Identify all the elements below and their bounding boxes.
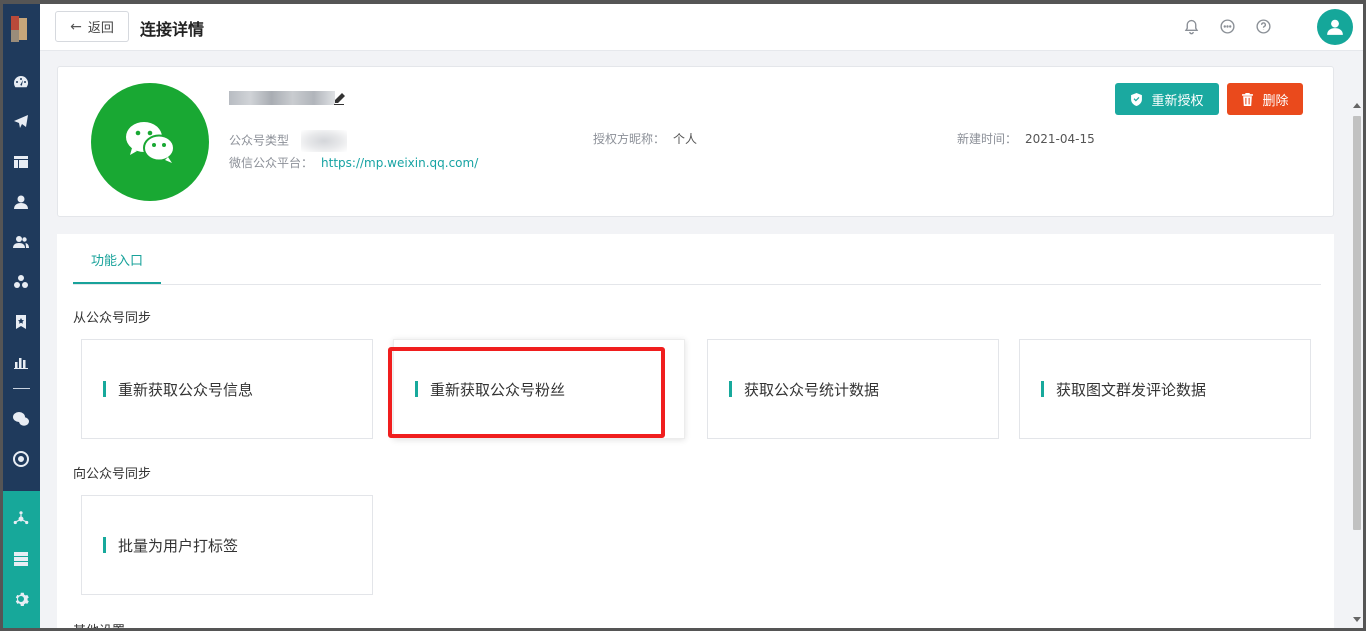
- tab-divider: [73, 284, 1321, 285]
- group-icon[interactable]: [11, 272, 31, 292]
- connection-icon[interactable]: [11, 509, 31, 529]
- wechat-icon[interactable]: [11, 409, 31, 429]
- sidebar-active-group: [3, 491, 40, 628]
- edit-icon[interactable]: [333, 90, 345, 105]
- shield-icon: [1131, 92, 1143, 106]
- tile-fetch-article-comments[interactable]: 获取图文群发评论数据: [1019, 339, 1311, 439]
- account-profile-card: 公众号类型 授权方昵称： 个人 新建时间： 2021-04-15 微信公众平台： ht…: [57, 66, 1334, 217]
- account-name-redacted: [229, 91, 335, 105]
- created-time: 新建时间： 2021-04-15: [957, 130, 1095, 147]
- tile-refetch-followers[interactable]: 重新获取公众号粉丝: [393, 339, 685, 439]
- send-icon[interactable]: [11, 112, 31, 132]
- platform-row: 微信公众平台： https://mp.weixin.qq.com/: [229, 154, 478, 171]
- target-icon[interactable]: [11, 449, 31, 469]
- trash-icon: [1242, 92, 1254, 106]
- wechat-logo-icon: [91, 83, 209, 201]
- tile-accent-bar: [415, 381, 418, 397]
- bell-icon[interactable]: [1181, 16, 1201, 36]
- user-icon: [1327, 19, 1343, 35]
- section-title-sync-from: 从公众号同步: [73, 311, 152, 326]
- bar-chart-icon[interactable]: [11, 352, 31, 372]
- chat-icon[interactable]: [1217, 16, 1237, 36]
- sidebar: [3, 4, 40, 628]
- section-title-other: 其他设置: [73, 620, 125, 628]
- platform-label: 微信公众平台：: [229, 156, 314, 170]
- auth-nickname-value: 个人: [673, 132, 698, 146]
- users-icon[interactable]: [11, 232, 31, 252]
- tile-refetch-account-info[interactable]: 重新获取公众号信息: [81, 339, 373, 439]
- server-icon[interactable]: [11, 549, 31, 569]
- tile-accent-bar: [1041, 381, 1044, 397]
- created-time-label: 新建时间：: [957, 132, 1018, 146]
- layout-icon[interactable]: [11, 152, 31, 172]
- dashboard-icon[interactable]: [11, 72, 31, 92]
- bookmark-icon[interactable]: [11, 312, 31, 332]
- app-window: ← 返回 连接详情 公众号类型 授权方昵称： 个人 新建时间： 2021-04-…: [0, 0, 1366, 631]
- tile-fetch-statistics[interactable]: 获取公众号统计数据: [707, 339, 999, 439]
- tile-label: 批量为用户打标签: [118, 537, 239, 555]
- created-time-value: 2021-04-15: [1025, 132, 1095, 146]
- tile-label: 重新获取公众号信息: [118, 381, 254, 399]
- tile-label: 获取公众号统计数据: [744, 381, 880, 399]
- tile-accent-bar: [103, 381, 106, 397]
- user-icon[interactable]: [11, 192, 31, 212]
- account-type: 公众号类型: [229, 130, 348, 152]
- platform-link[interactable]: https://mp.weixin.qq.com/: [321, 156, 478, 170]
- tile-accent-bar: [103, 537, 106, 553]
- tab-function-entry[interactable]: 功能入口: [73, 252, 161, 284]
- tile-accent-bar: [729, 381, 732, 397]
- back-button[interactable]: ← 返回: [55, 11, 129, 42]
- scroll-down-arrow[interactable]: [1353, 617, 1361, 622]
- account-type-label: 公众号类型: [229, 133, 290, 148]
- app-logo: [11, 16, 29, 42]
- scrollbar-thumb[interactable]: [1353, 116, 1361, 530]
- topbar: ← 返回 连接详情: [40, 4, 1363, 51]
- reauthorize-button[interactable]: 重新授权: [1115, 83, 1219, 115]
- back-button-label: 返回: [87, 21, 114, 36]
- auth-nickname: 授权方昵称： 个人: [593, 130, 697, 147]
- avatar[interactable]: [1317, 9, 1353, 45]
- auth-nickname-label: 授权方昵称：: [593, 132, 666, 146]
- account-type-value-redacted: [301, 130, 348, 152]
- help-icon[interactable]: [1253, 16, 1273, 36]
- arrow-left-icon: ←: [70, 18, 82, 35]
- delete-button-label: 删除: [1262, 93, 1289, 109]
- delete-button[interactable]: 删除: [1227, 83, 1303, 115]
- reauthorize-button-label: 重新授权: [1151, 93, 1204, 109]
- scrollbar[interactable]: [1351, 51, 1363, 628]
- scroll-up-arrow[interactable]: [1353, 103, 1361, 108]
- tile-label: 获取图文群发评论数据: [1056, 381, 1207, 399]
- settings-icon[interactable]: [11, 589, 31, 609]
- sidebar-divider: [13, 388, 30, 389]
- tile-label: 重新获取公众号粉丝: [430, 381, 566, 399]
- section-title-sync-to: 向公众号同步: [73, 467, 152, 482]
- page-title: 连接详情: [140, 20, 205, 39]
- function-entry-card: 功能入口 从公众号同步 重新获取公众号信息 重新获取公众号粉丝 获取公众号统计数…: [57, 234, 1334, 628]
- tile-batch-tag-users[interactable]: 批量为用户打标签: [81, 495, 373, 595]
